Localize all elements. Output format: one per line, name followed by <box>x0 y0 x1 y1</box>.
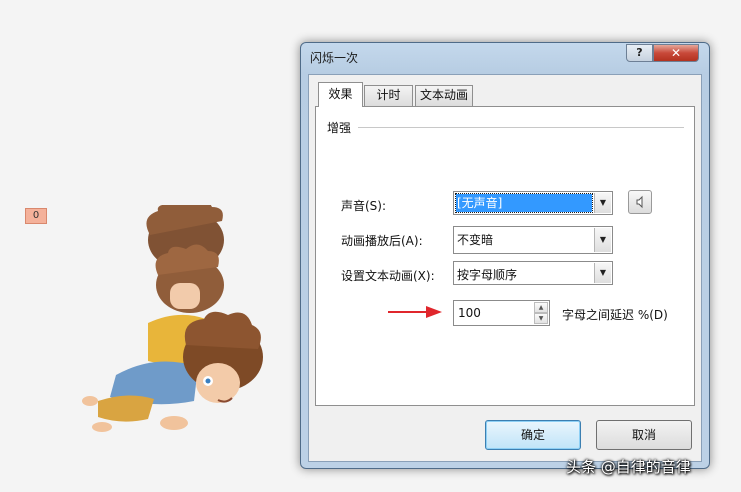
spin-up-icon[interactable]: ▲ <box>534 302 548 313</box>
sound-select[interactable]: [无声音] ▼ <box>453 191 613 215</box>
spin-down-icon[interactable]: ▼ <box>534 313 548 324</box>
delay-spinner[interactable]: 100 ▲ ▼ <box>453 300 550 326</box>
watermark-text: 头条 @自律的音律 <box>566 458 691 476</box>
animate-text-value: 按字母顺序 <box>457 268 518 282</box>
chevron-down-icon[interactable]: ▼ <box>594 228 611 252</box>
delay-between-letters-label: 字母之间延迟 %(D) <box>562 308 668 322</box>
ok-button[interactable]: 确定 <box>485 420 581 450</box>
sound-label: 声音(S): <box>341 199 387 213</box>
cartoon-character-image <box>82 205 263 432</box>
close-button[interactable]: ✕ <box>653 44 699 62</box>
dialog-client-area: 效果 计时 文本动画 增强 声音(S): [无声音] ▼ 动画播放后(A): 不… <box>308 74 702 462</box>
chevron-down-icon[interactable]: ▼ <box>594 193 611 213</box>
delay-value: 100 <box>458 306 481 320</box>
sound-preview-button[interactable] <box>628 190 652 214</box>
effect-tab-panel: 增强 声音(S): [无声音] ▼ 动画播放后(A): 不变暗 ▼ 设置文本动画… <box>315 106 695 406</box>
speaker-icon <box>636 195 643 209</box>
dialog-title: 闪烁一次 <box>310 51 359 65</box>
animation-order-tag[interactable]: 0 <box>25 208 47 224</box>
after-animation-value: 不变暗 <box>457 233 494 247</box>
help-button[interactable]: ? <box>626 44 653 62</box>
after-animation-select[interactable]: 不变暗 ▼ <box>453 226 613 254</box>
tab-text-animation[interactable]: 文本动画 <box>415 85 473 106</box>
tab-timing[interactable]: 计时 <box>364 85 413 106</box>
enhancements-group-title: 增强 <box>327 121 352 135</box>
animate-text-label: 设置文本动画(X): <box>341 269 435 283</box>
after-animation-label: 动画播放后(A): <box>341 234 423 248</box>
animate-text-select[interactable]: 按字母顺序 ▼ <box>453 261 613 285</box>
tab-effect[interactable]: 效果 <box>318 82 363 107</box>
flash-once-dialog: 闪烁一次 ? ✕ 效果 计时 文本动画 增强 声音(S): [无声音] ▼ 动画… <box>300 42 710 469</box>
group-divider <box>358 127 684 128</box>
sound-select-value: [无声音] <box>455 193 593 213</box>
chevron-down-icon[interactable]: ▼ <box>594 263 611 283</box>
red-arrow-annotation <box>388 306 442 318</box>
cancel-button[interactable]: 取消 <box>596 420 692 450</box>
